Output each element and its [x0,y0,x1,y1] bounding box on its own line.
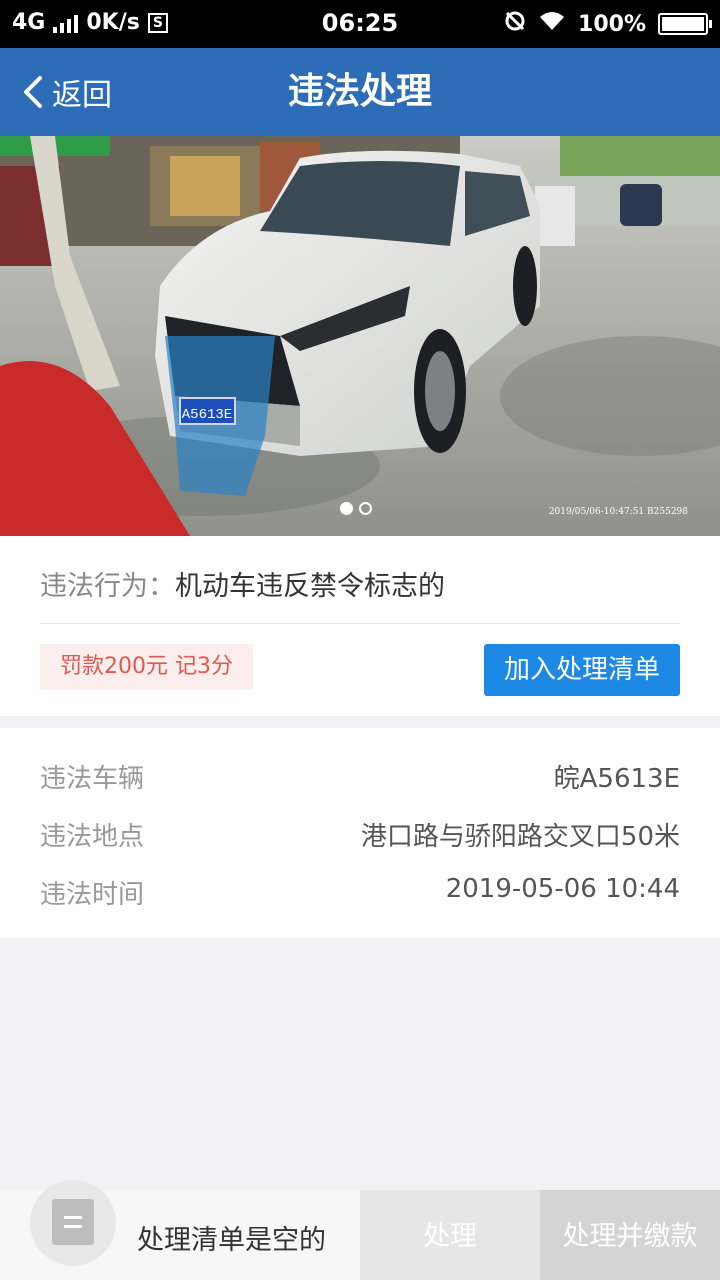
wifi-icon [538,10,566,38]
list-icon [52,1199,94,1245]
violation-details: 违法车辆 皖A5613E 违法地点 港口路与骄阳路交叉口50米 违法时间 201… [0,728,720,938]
ring-icon [504,10,526,38]
nav-bar: 返回 违法处理 [0,48,720,136]
list-empty-text: 处理清单是空的 [137,1225,326,1256]
process-and-pay-button[interactable]: 处理并缴款 [540,1190,720,1280]
bottom-action-bar: 处理清单是空的 处理 处理并缴款 [0,1180,720,1280]
detail-row-vehicle: 违法车辆 皖A5613E [40,758,680,798]
photo-timestamp: 2019/05/06-10:47:51 B255298 [548,507,688,517]
location-value: 港口路与骄阳路交叉口50米 [360,822,680,852]
violation-card: 违法行为：机动车违反禁令标志的 罚款200元 记3分 加入处理清单 [0,536,720,716]
battery-icon [658,13,712,35]
pager-dots[interactable] [340,502,372,515]
status-bar: 4G 0K/s S 06:25 100% [0,0,720,48]
violation-photo[interactable]: A5613E 2019/05/06-10:47:51 B255298 [0,136,720,536]
pager-dot-1[interactable] [340,502,353,515]
status-right: 100% [504,10,712,38]
add-to-list-button[interactable]: 加入处理清单 [484,644,680,696]
time-label: 违法时间 [40,880,145,910]
process-list-summary[interactable]: 处理清单是空的 [0,1180,360,1280]
violation-behavior: 违法行为：机动车违反禁令标志的 [40,564,445,603]
vehicle-value: 皖A5613E [553,764,680,794]
process-button[interactable]: 处理 [360,1190,540,1280]
battery-percent: 100% [578,11,646,37]
detail-row-time: 违法时间 2019-05-06 10:44 [40,874,680,914]
behavior-label: 违法行为： [40,571,175,602]
process-list-button[interactable] [30,1180,116,1266]
time-value: 2019-05-06 10:44 [445,874,680,904]
location-label: 违法地点 [40,822,145,852]
behavior-value: 机动车违反禁令标志的 [175,571,445,602]
divider [40,623,680,624]
fine-badge: 罚款200元 记3分 [40,644,253,690]
car-photo-illustration: A5613E [0,136,720,536]
page-title: 违法处理 [287,71,432,112]
detail-row-location: 违法地点 港口路与骄阳路交叉口50米 [40,816,680,856]
plate-text: A5613E [182,407,232,423]
vehicle-label: 违法车辆 [40,764,145,794]
pager-dot-2[interactable] [359,502,372,515]
